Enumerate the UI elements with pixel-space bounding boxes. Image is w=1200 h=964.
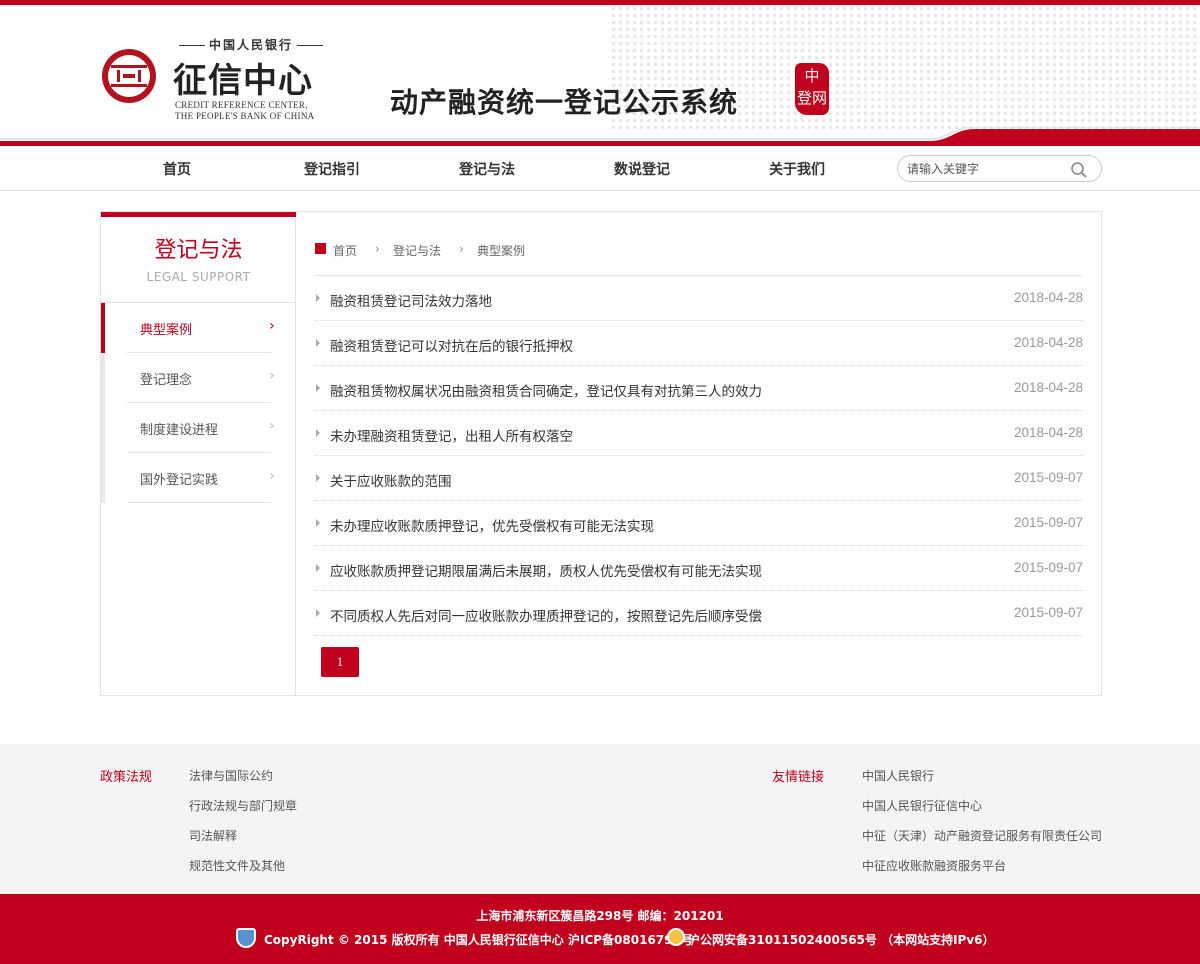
footer-address: 上海市浦东新区簇昌路298号 邮编：201201	[476, 909, 724, 923]
sidebar-item-foreign-practice[interactable]: 国外登记实践 ›	[101, 453, 296, 503]
logo-english-line2: THE PEOPLE'S BANK OF CHINA	[175, 111, 315, 121]
article-title[interactable]: 融资租赁物权属状况由融资租赁合同确定，登记仅具有对抗第三人的效力	[330, 380, 762, 400]
article-title[interactable]: 不同质权人先后对同一应收账款办理质押登记的，按照登记先后顺序受偿	[330, 605, 762, 625]
breadcrumb-home[interactable]: 首页	[333, 242, 357, 259]
friend-link[interactable]: 中国人民银行征信中心	[862, 797, 982, 814]
sidebar-item-label: 典型案例	[140, 323, 193, 338]
friend-links-heading: 友情链接	[772, 770, 825, 785]
article-date: 2018-04-28	[1013, 290, 1083, 305]
friend-link[interactable]: 中征应收账款融资服务平台	[862, 857, 1006, 874]
logo-top-text: 中国人民银行	[175, 36, 327, 53]
article-date: 2015-09-07	[1013, 515, 1083, 530]
footer-copyright: CopyRight © 2015 版权所有 中国人民银行征信中心 沪ICP备08…	[264, 933, 693, 947]
pbc-logo-icon	[102, 49, 156, 103]
article-title[interactable]: 关于应收账款的范围	[330, 470, 452, 490]
logo-name: 征信中心	[173, 61, 313, 101]
list-item[interactable]: 不同质权人先后对同一应收账款办理质押登记的，按照登记先后顺序受偿 2015-09-…	[315, 591, 1083, 636]
footer-links: 政策法规 法律与国际公约 行政法规与部门规章 司法解释 规范性文件及其他 友情链…	[0, 744, 1200, 894]
list-item[interactable]: 未办理应收账款质押登记，优先受偿权有可能无法实现 2015-09-07	[315, 501, 1083, 546]
bullet-icon	[316, 474, 320, 482]
list-item[interactable]: 融资租赁物权属状况由融资租赁合同确定，登记仅具有对抗第三人的效力 2018-04-…	[315, 366, 1083, 411]
sidebar-item-label: 登记理念	[140, 373, 193, 388]
policy-link[interactable]: 行政法规与部门规章	[189, 797, 297, 814]
active-indicator	[101, 303, 105, 353]
article-title[interactable]: 融资租赁登记可以对抗在后的银行抵押权	[330, 335, 573, 355]
breadcrumb-separator-icon: ›	[459, 242, 464, 256]
system-title: 动产融资统一登记公示系统	[390, 86, 739, 119]
policy-link[interactable]: 法律与国际公约	[189, 767, 273, 784]
pagination-page-1[interactable]: 1	[321, 647, 359, 677]
policy-link[interactable]: 规范性文件及其他	[189, 857, 285, 874]
content-panel: 登记与法 LEGAL SUPPORT 典型案例 › 登记理念 › 制度建设进程 …	[100, 211, 1102, 696]
divider	[127, 502, 271, 503]
article-date: 2015-09-07	[1013, 470, 1083, 485]
article-date: 2018-04-28	[1013, 380, 1083, 395]
chevron-right-icon: ›	[269, 318, 275, 334]
article-date: 2015-09-07	[1013, 605, 1083, 620]
list-item[interactable]: 融资租赁登记可以对抗在后的银行抵押权 2018-04-28	[315, 321, 1083, 366]
article-date: 2018-04-28	[1013, 335, 1083, 350]
item-edge	[101, 403, 105, 453]
article-list: 融资租赁登记司法效力落地 2018-04-28 融资租赁登记可以对抗在后的银行抵押…	[315, 276, 1083, 636]
breadcrumb-current: 典型案例	[477, 244, 526, 258]
sidebar-top-bar	[101, 212, 296, 217]
sidebar-title: 登记与法	[154, 238, 243, 263]
site-header: 中国人民银行 征信中心 CREDIT REFERENCE CENTER, THE…	[0, 5, 1200, 146]
friend-link[interactable]: 中国人民银行	[862, 767, 934, 784]
bullet-icon	[316, 519, 320, 527]
logo-english-line1: CREDIT REFERENCE CENTER,	[175, 100, 308, 110]
search-icon[interactable]	[1070, 161, 1088, 179]
sidebar-item-system-progress[interactable]: 制度建设进程 ›	[101, 403, 296, 453]
policy-link[interactable]: 司法解释	[189, 827, 237, 844]
search-input[interactable]	[907, 160, 1067, 178]
main-nav: 首页 登记指引 登记与法 数说登记 关于我们	[0, 146, 1200, 191]
list-item[interactable]: 关于应收账款的范围 2015-09-07	[315, 456, 1083, 501]
article-title[interactable]: 融资租赁登记司法效力落地	[330, 290, 492, 310]
chevron-right-icon: ›	[269, 418, 275, 434]
sidebar-item-label: 国外登记实践	[140, 473, 219, 488]
article-title[interactable]: 未办理融资租赁登记，出租人所有权落空	[330, 425, 573, 445]
list-item[interactable]: 融资租赁登记司法效力落地 2018-04-28	[315, 276, 1083, 321]
item-edge	[101, 453, 105, 503]
search-box	[897, 155, 1102, 182]
seal-stamp: 中登网	[795, 63, 829, 115]
item-edge	[101, 353, 105, 403]
bullet-icon	[316, 429, 320, 437]
header-swoosh	[0, 127, 1200, 146]
bullet-icon	[316, 564, 320, 572]
sidebar-item-label: 制度建设进程	[140, 423, 219, 438]
footer-bar: 上海市浦东新区簇昌路298号 邮编：201201 CopyRight © 201…	[0, 894, 1200, 964]
bullet-icon	[316, 609, 320, 617]
sidebar-item-typical-cases[interactable]: 典型案例 ›	[101, 303, 296, 353]
article-title[interactable]: 应收账款质押登记期限届满后未展期，质权人优先受偿权有可能无法实现	[330, 560, 762, 580]
security-badge-icon[interactable]	[236, 928, 256, 948]
bullet-icon	[316, 339, 320, 347]
sidebar: 登记与法 LEGAL SUPPORT 典型案例 › 登记理念 › 制度建设进程 …	[101, 212, 296, 695]
footer-police-record[interactable]: 沪公网安备31011502400565号 （本网站支持IPv6）	[688, 931, 995, 948]
article-title[interactable]: 未办理应收账款质押登记，优先受偿权有可能无法实现	[330, 515, 654, 535]
police-badge-icon	[667, 928, 685, 946]
home-icon	[315, 243, 326, 254]
friend-link[interactable]: 中征（天津）动产融资登记服务有限责任公司	[862, 827, 1102, 844]
list-item[interactable]: 未办理融资租赁登记，出租人所有权落空 2018-04-28	[315, 411, 1083, 456]
chevron-right-icon: ›	[269, 368, 275, 384]
chevron-right-icon: ›	[269, 468, 275, 484]
breadcrumb-law[interactable]: 登记与法	[393, 242, 441, 259]
article-date: 2015-09-07	[1013, 560, 1083, 575]
policy-heading: 政策法规	[100, 770, 153, 785]
bullet-icon	[316, 384, 320, 392]
sidebar-subtitle: LEGAL SUPPORT	[146, 270, 251, 284]
sidebar-item-registration-concept[interactable]: 登记理念 ›	[101, 353, 296, 403]
list-item[interactable]: 应收账款质押登记期限届满后未展期，质权人优先受偿权有可能无法实现 2015-09-…	[315, 546, 1083, 591]
nav-about-us[interactable]: 关于我们	[737, 159, 857, 179]
breadcrumb-separator-icon: ›	[375, 242, 380, 256]
article-date: 2018-04-28	[1013, 425, 1083, 440]
bullet-icon	[316, 294, 320, 302]
nav-registration-data[interactable]: 数说登记	[582, 159, 702, 179]
sidebar-menu: 典型案例 › 登记理念 › 制度建设进程 › 国外登记实践 ›	[101, 303, 296, 503]
nav-registration-guide[interactable]: 登记指引	[272, 159, 392, 179]
nav-registration-law[interactable]: 登记与法	[427, 159, 547, 179]
nav-home[interactable]: 首页	[117, 159, 237, 179]
